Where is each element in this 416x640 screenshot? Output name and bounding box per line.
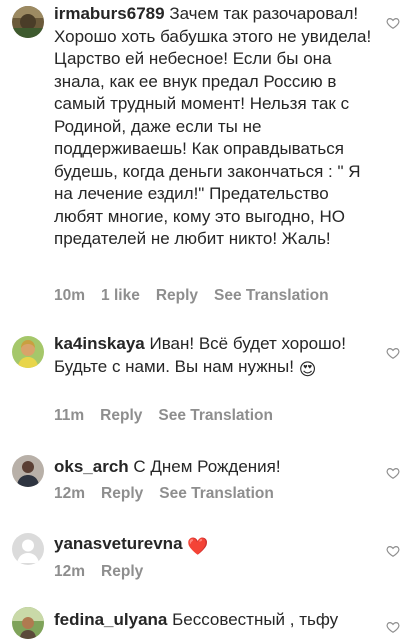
comment-meta: 12m Reply [54,563,143,581]
see-translation-button[interactable]: See Translation [158,407,273,425]
comment-username[interactable]: yanasveturevna [54,534,183,553]
comment-time: 10m [54,287,86,304]
comment-meta: 11m Reply See Translation [54,407,273,425]
reply-button[interactable]: Reply [156,287,198,305]
reply-button[interactable]: Reply [101,485,143,503]
like-heart-button[interactable] [386,466,400,480]
heart-outline-icon [386,348,400,359]
heart-outline-icon [386,468,400,479]
comment-username[interactable]: oks_arch [54,457,129,476]
like-heart-button[interactable] [386,544,400,558]
avatar[interactable] [12,607,44,639]
comment-body: Бессовестный , тьфу [172,610,339,629]
comment-username[interactable]: fedina_ulyana [54,610,167,629]
avatar-landscape-icon [12,6,44,38]
avatar[interactable] [12,455,44,487]
comment-username[interactable]: ka4inskaya [54,334,145,353]
comment-text: fedina_ulyana Бессовестный , тьфу [54,609,374,632]
see-translation-button[interactable]: See Translation [159,485,274,503]
comment-body: С Днем Рождения! [133,457,281,476]
comment-likes[interactable]: 1 like [101,287,140,305]
comment-time: 12m [54,485,86,502]
like-heart-button[interactable] [386,620,400,634]
comment-meta: 12m Reply See Translation [54,485,274,503]
comment-meta: 10m 1 like Reply See Translation [54,287,329,305]
like-heart-button[interactable] [386,16,400,30]
like-heart-button[interactable] [386,346,400,360]
smiling-face-heart-eyes-emoji: 😍 [298,359,317,379]
reply-button[interactable]: Reply [100,407,142,425]
avatar[interactable] [12,533,44,565]
red-heart-emoji: ❤️ [187,537,209,556]
avatar-photo-icon [12,455,44,487]
comment-text: irmaburs6789 Зачем так разочаровал! Хоро… [54,3,374,251]
comment-text: oks_arch С Днем Рождения! [54,456,374,479]
see-translation-button[interactable]: See Translation [214,287,329,305]
comment-text: ka4inskaya Иван! Всё будет хорошо! Будьт… [54,333,374,381]
comment-text: yanasveturevna ❤️ [54,533,374,559]
reply-button[interactable]: Reply [101,563,143,581]
avatar-portrait-icon [12,336,44,368]
comment-body: Зачем так разочаровал! Хорошо хоть бабуш… [54,4,372,248]
heart-outline-icon [386,622,400,633]
heart-outline-icon [386,546,400,557]
avatar[interactable] [12,336,44,368]
avatar-outdoor-icon [12,607,44,639]
comment-username[interactable]: irmaburs6789 [54,4,165,23]
comment-time: 12m [54,563,86,580]
avatar-default-icon [12,533,44,565]
comment-time: 11m [54,407,85,424]
heart-outline-icon [386,18,400,29]
avatar[interactable] [12,6,44,38]
